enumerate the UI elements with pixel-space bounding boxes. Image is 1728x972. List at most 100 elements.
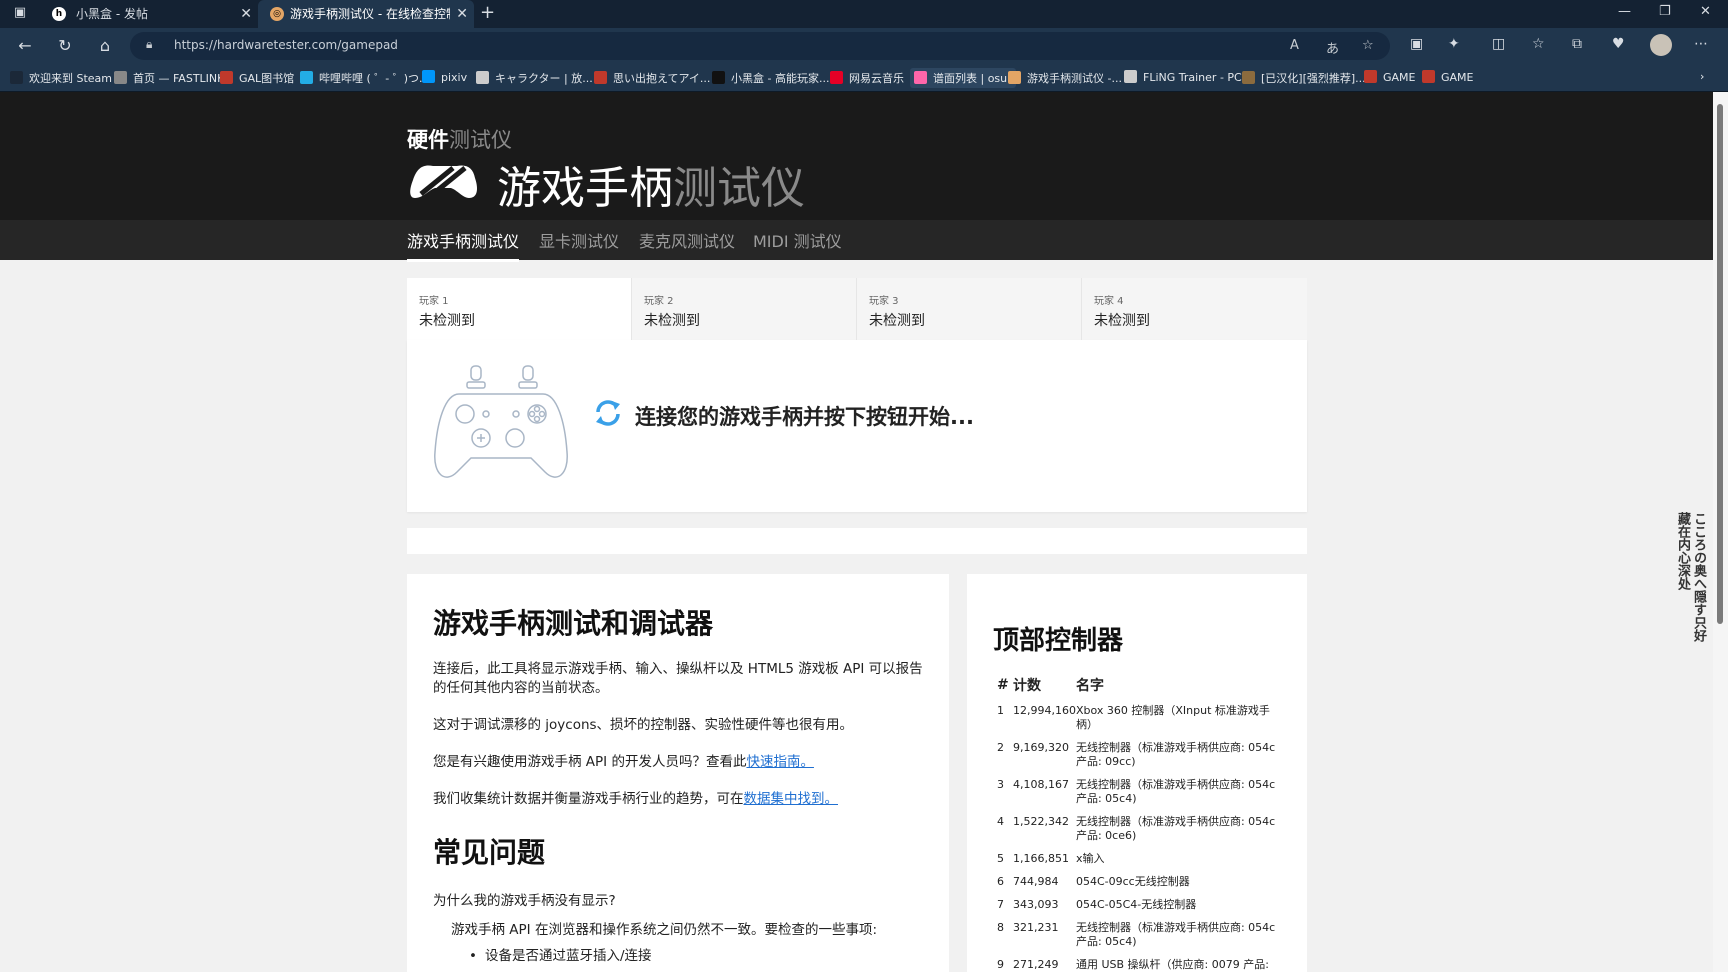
bookmark-item[interactable]: 小黑盒 - 高能玩家... [712,70,829,86]
faq-title: 常见问题 [433,836,546,869]
bookmark-item[interactable]: 欢迎来到 Steam [10,70,112,86]
faq-bullet: 设备是否通过蓝牙插入/连接 [469,944,923,964]
name-cell: 054C-09cc无线控制器 [1075,875,1190,888]
bookmark-label: 首页 — FASTLINK [133,72,225,85]
bookmark-favicon-icon [114,71,127,84]
rank-cell: 2 [997,741,1004,754]
bookmark-item[interactable]: GAL图书馆 [220,70,294,86]
scrollbar-thumb[interactable] [1717,104,1723,624]
table-row: 7 343,093 054C-05C4-无线控制器 [993,895,1285,918]
nav-gamepad-tester[interactable]: 游戏手柄测试仪 [407,228,520,262]
rank-cell: 1 [997,704,1004,717]
translate-icon[interactable]: あ [1326,38,1339,57]
quick-guide-link[interactable]: 快速指南。 [746,754,814,770]
site-brand-small[interactable]: 硬件测试仪 [407,124,512,154]
bookmark-item[interactable]: 首页 — FASTLINK [114,70,224,86]
bookmark-favicon-icon [220,71,233,84]
player-status: 未检测到 [419,313,475,329]
player-tab-3[interactable]: 玩家 3 未检测到 [857,278,1082,340]
rank-cell: 4 [997,815,1004,828]
address-bar-row: ← ↻ ⌂ 🔒︎ https://hardwaretester.com/game… [0,28,1728,64]
bookmark-item[interactable]: 哔哩哔哩 ( ゜- ゜)つ... [300,70,430,86]
tab-xiaoheihe[interactable]: h 小黑盒 - 发帖 ✕ [40,0,258,28]
detect-message: 连接您的游戏手柄并按下按钮开始... [635,405,974,429]
col-rank: # [997,677,1009,693]
more-menu-icon[interactable]: ⋯ [1694,36,1708,52]
read-aloud-icon[interactable]: A [1290,38,1299,53]
vertical-scrollbar[interactable] [1713,92,1728,972]
lock-icon[interactable]: 🔒︎ [146,37,152,52]
player-tab-2[interactable]: 玩家 2 未检测到 [632,278,857,340]
bookmark-item[interactable]: GAME [1364,70,1416,84]
brand-small-bold: 硬件 [407,128,449,152]
name-cell: 054C-05C4-无线控制器 [1075,898,1197,911]
bookmark-label: キャラクター | 放... [495,72,593,85]
new-tab-icon[interactable]: + [480,2,495,23]
bookmark-label: pixiv [441,71,468,84]
bookmarks-overflow-chevron-icon[interactable]: › [1700,70,1704,83]
tab-title: 小黑盒 - 发帖 [76,7,148,21]
xiaoheihe-favicon-icon: h [52,7,66,21]
site-title: 游戏手柄测试仪 [497,152,805,216]
player-tab-4[interactable]: 玩家 4 未检测到 [1082,278,1307,340]
name-cell: 通用 USB 操纵杆（供应商: 0079 产品: 0006) [1075,958,1269,971]
collections-icon[interactable]: ⧉ [1572,36,1582,52]
bookmark-item[interactable]: 谱面列表 | osu! [910,68,1016,88]
bookmark-favicon-icon [1364,70,1377,83]
bookmarks-bar: 欢迎来到 Steam 首页 — FASTLINK GAL图书馆 哔哩哔哩 ( ゜- ゜… [0,64,1728,92]
bookmark-item[interactable]: キャラクター | 放... [476,70,593,86]
gamepad-favicon-icon: ◎ [270,7,284,21]
count-cell: 12,994,160 [1013,704,1076,717]
bookmark-label: FLiNG Trainer - PC... [1143,71,1253,84]
gamepad-logo-icon [410,165,477,198]
bookmark-label: 游戏手柄测试仪 -... [1027,72,1122,85]
table-row: 2 9,169,320 无线控制器（标准游戏手柄供应商: 054c 产品: 09cc… [993,738,1285,775]
rank-cell: 3 [997,778,1004,791]
close-tab-icon[interactable]: ✕ [240,0,252,28]
col-count: 计数 [1013,678,1041,694]
bookmark-item[interactable]: 游戏手柄测试仪 -... [1008,70,1122,86]
bookmark-label: GAME [1383,71,1416,84]
player-tab-1[interactable]: 玩家 1 未检测到 [407,278,632,340]
bookmark-item[interactable]: 思い出抱えてアイ... [594,70,710,86]
url-field[interactable]: 🔒︎ https://hardwaretester.com/gamepad A … [130,32,1390,60]
nav-mic-tester[interactable]: 麦克风测试仪 [639,228,735,252]
url-text: https://hardwaretester.com/gamepad [174,38,398,52]
bookmark-favicon-icon [1422,70,1435,83]
table-row: 4 1,522,342 无线控制器（标准游戏手柄供应商: 054c 产品: 0ce6… [993,812,1285,849]
rank-cell: 5 [997,852,1004,865]
nav-gpu-tester[interactable]: 显卡测试仪 [539,228,619,252]
favorite-star-icon[interactable]: ☆ [1362,38,1374,53]
back-icon[interactable]: ← [14,36,36,55]
restore-icon[interactable]: ❐ [1659,4,1671,19]
profile-avatar[interactable] [1650,34,1672,56]
count-cell: 744,984 [1013,875,1059,888]
bookmark-item[interactable]: [已汉化][强烈推荐]... [1242,70,1366,86]
tab-gamepad-tester[interactable]: ◎ 游戏手柄测试仪 - 在线检查控制 ✕ [258,0,474,28]
refresh-icon[interactable]: ↻ [54,36,76,55]
faq-question: 为什么我的游戏手柄没有显示? [433,893,616,909]
extension-icon[interactable]: ▣ [1410,36,1423,52]
count-cell: 9,169,320 [1013,741,1069,754]
close-tab-icon[interactable]: ✕ [456,0,468,28]
tab-actions-icon[interactable]: ▣ [10,5,30,23]
nav-midi-tester[interactable]: MIDI 测试仪 [753,228,842,252]
top-controllers-table: # 计数 名字 1 12,994,160 Xbox 360 控制器（XInput 标… [993,675,1285,972]
player-label: 玩家 3 [869,296,899,307]
close-window-icon[interactable]: ✕ [1700,4,1711,19]
puzzle-icon[interactable]: ✦ [1448,36,1460,52]
split-screen-icon[interactable]: ◫ [1492,36,1505,52]
performance-icon[interactable]: ♥ [1612,36,1625,52]
minimize-icon[interactable]: — [1618,4,1631,19]
name-cell: 无线控制器（标准游戏手柄供应商: 054c 产品: 05c4) [1075,778,1276,805]
bookmark-item[interactable]: pixiv [422,70,467,84]
bookmark-item[interactable]: 网易云音乐 [830,70,904,86]
bookmark-item[interactable]: FLiNG Trainer - PC... [1124,70,1252,84]
dataset-link[interactable]: 数据集中找到。 [744,791,839,807]
player-label: 玩家 4 [1094,296,1124,307]
article-card: 游戏手柄测试和调试器 连接后，此工具将显示游戏手柄、输入、操纵杆以及 HTML5… [407,574,949,972]
home-icon[interactable]: ⌂ [94,36,116,55]
bookmark-favicon-icon [422,70,435,83]
favorites-icon[interactable]: ☆ [1532,36,1545,52]
bookmark-item[interactable]: GAME [1422,70,1474,84]
